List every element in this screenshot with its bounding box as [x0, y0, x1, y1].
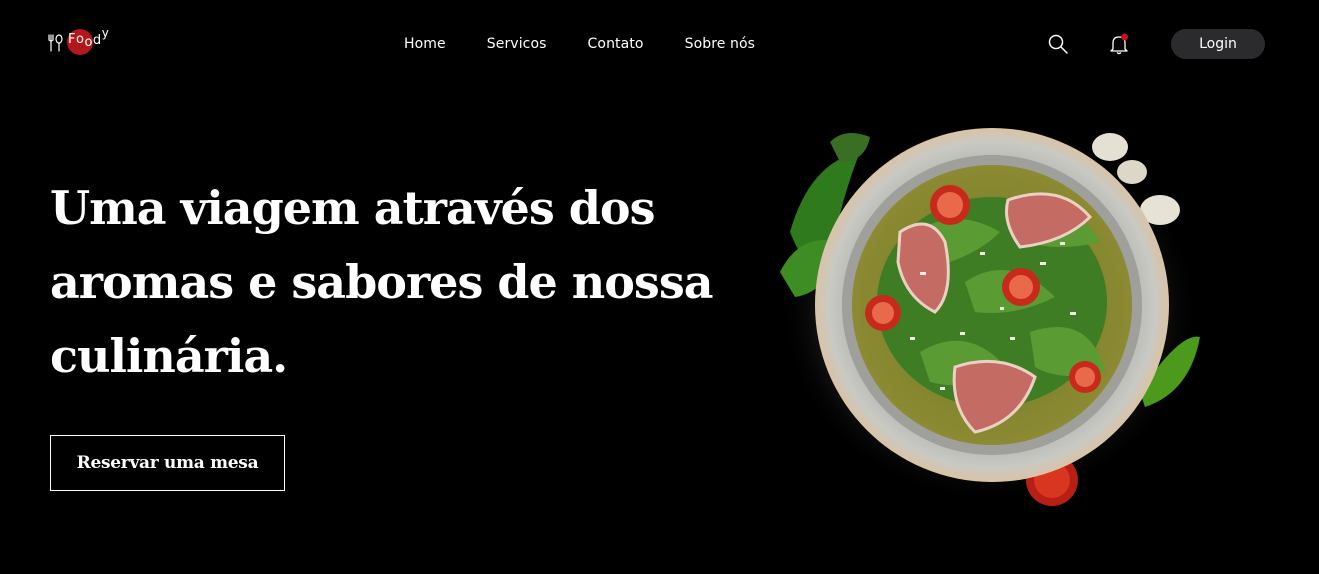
utensils-icon [48, 34, 63, 52]
search-icon[interactable] [1047, 33, 1069, 55]
login-button[interactable]: Login [1171, 29, 1265, 59]
main-nav: Home Servicos Contato Sobre nós [404, 36, 755, 52]
nav-sobre-nos[interactable]: Sobre nós [685, 36, 755, 52]
nav-contato[interactable]: Contato [588, 36, 644, 52]
logo-wordmark: Foody [68, 26, 109, 50]
salad-dish-image [780, 122, 1200, 506]
reserve-table-button[interactable]: Reservar uma mesa [50, 435, 285, 491]
nav-servicos[interactable]: Servicos [487, 36, 547, 52]
bell-icon[interactable] [1108, 32, 1130, 56]
logo-letter: o [75, 32, 85, 47]
logo-letter: F [68, 32, 76, 47]
logo-letter: y [101, 26, 110, 40]
logo[interactable]: Foody [48, 26, 128, 58]
logo-letter: o [84, 35, 93, 50]
hero-title: Uma viagem através dos aromas e sabores … [50, 181, 714, 383]
logo-letter: d [92, 33, 102, 48]
notification-dot [1121, 33, 1128, 41]
landing-page: Foody Home Servicos Contato Sobre nós Lo… [0, 0, 1319, 574]
nav-home[interactable]: Home [404, 36, 446, 52]
